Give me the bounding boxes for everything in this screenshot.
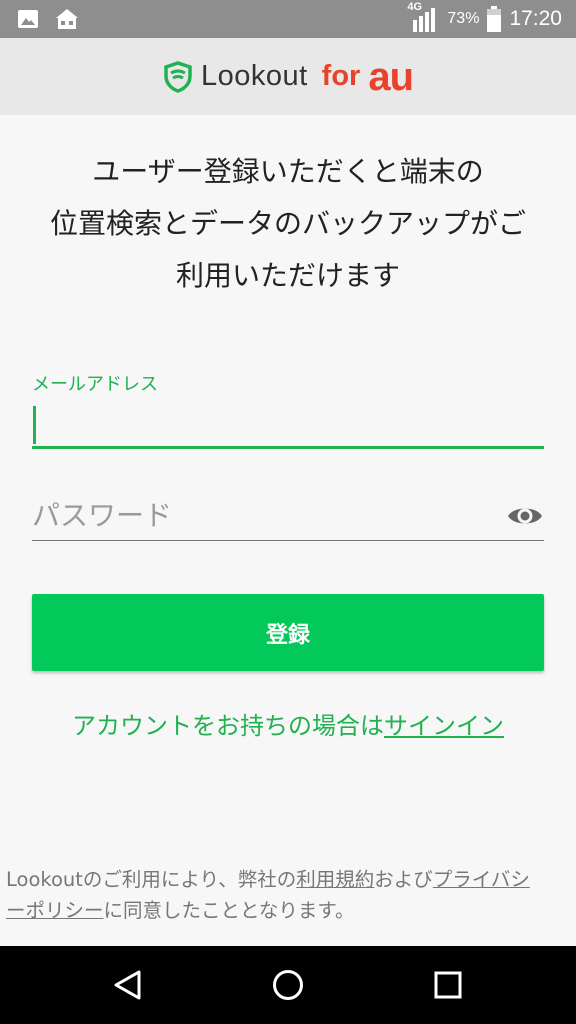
- privacy-policy-link[interactable]: ーポリシー: [6, 899, 104, 922]
- signal-icon: 4G: [407, 1, 439, 34]
- home-circle-icon[interactable]: [271, 968, 305, 1002]
- battery-icon: [487, 6, 502, 32]
- signin-prefix: アカウントをお持ちの場合は: [72, 712, 384, 740]
- password-field-container: [32, 492, 544, 541]
- brand-for: for: [321, 60, 361, 92]
- legal-text: に同意したこととなります。: [103, 899, 355, 922]
- register-button[interactable]: 登録: [32, 594, 544, 671]
- signin-prompt: アカウントをお持ちの場合はサインイン: [0, 706, 576, 741]
- legal-notice: Lookoutのご利用により、弊社の利用規約およびプライバシ ーポリシーに同意し…: [6, 864, 572, 926]
- status-bar: 4G 73% 17:20: [0, 0, 576, 38]
- brand-name: Lookout: [200, 60, 308, 92]
- intro-line: ユーザー登録いただくと端末の: [92, 155, 484, 188]
- brand-logo: Lookout for au: [163, 54, 414, 99]
- back-triangle-icon[interactable]: [111, 968, 145, 1002]
- brand-au: au: [368, 54, 414, 99]
- home-icon: [56, 9, 78, 29]
- intro-message: ユーザー登録いただくと端末の 位置検索とデータのバックアップがご 利用いただけま…: [20, 146, 556, 302]
- password-field[interactable]: [32, 492, 492, 538]
- system-nav-bar: [0, 946, 576, 1024]
- lookout-shield-icon: [164, 60, 192, 93]
- intro-line: 位置検索とデータのバックアップがご: [49, 207, 526, 240]
- privacy-policy-link[interactable]: プライバシ: [433, 868, 530, 891]
- terms-link[interactable]: 利用規約: [296, 868, 374, 891]
- intro-line: 利用いただけます: [175, 259, 400, 292]
- text-cursor: [33, 406, 36, 444]
- clock: 17:20: [509, 7, 562, 30]
- show-password-eye-icon[interactable]: [506, 502, 544, 530]
- email-label: メールアドレス: [32, 374, 158, 395]
- gallery-icon: [18, 10, 38, 28]
- recents-square-icon[interactable]: [431, 968, 465, 1002]
- app-header: Lookout for au: [0, 38, 576, 115]
- email-field[interactable]: [32, 402, 544, 449]
- battery-percent: 73%: [447, 10, 480, 27]
- legal-text: および: [374, 868, 433, 891]
- signin-link[interactable]: サインイン: [384, 712, 504, 740]
- legal-text: Lookoutのご利用により、弊社の: [6, 868, 297, 891]
